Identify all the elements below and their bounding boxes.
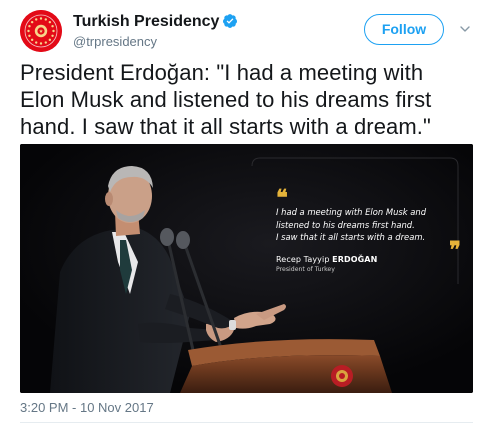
- tweet-photo[interactable]: ❝ I had a meeting with Elon Musk and lis…: [20, 144, 473, 393]
- quote-overlay: ❝ I had a meeting with Elon Musk and lis…: [276, 185, 461, 274]
- verified-badge-icon: [223, 14, 238, 28]
- tweet-text-line: Elon Musk and listened to his dreams fir…: [20, 87, 432, 112]
- quote-author: Recep Tayyip ERDOĞAN: [276, 254, 461, 265]
- quote-line: I saw that it all starts with a dream.: [276, 232, 426, 242]
- tweet-text-line: President Erdoğan: "I had a meeting with: [20, 60, 424, 85]
- quote-author-surname: ERDOĞAN: [332, 254, 378, 264]
- follow-button[interactable]: Follow: [364, 14, 444, 45]
- quote-line: listened to his dreams first hand.: [276, 219, 415, 230]
- turkish-presidential-seal-icon: [20, 10, 62, 52]
- tweet-text-line: hand. I saw that it all starts with a dr…: [20, 114, 431, 139]
- display-name[interactable]: Turkish Presidency: [73, 12, 219, 32]
- divider: [20, 422, 473, 423]
- tweet-timestamp[interactable]: 3:20 PM - 10 Nov 2017: [20, 399, 154, 417]
- account-avatar[interactable]: [20, 10, 62, 52]
- tweet-card: Turkish Presidency @trpresidency Follow …: [0, 0, 493, 428]
- quote-author-title: President of Turkey: [276, 265, 335, 273]
- tweet-text: President Erdoğan: "I had a meeting with…: [20, 59, 475, 140]
- account-handle[interactable]: @trpresidency: [73, 33, 238, 51]
- account-identity: Turkish Presidency @trpresidency: [73, 12, 238, 51]
- chevron-down-icon[interactable]: [458, 22, 472, 36]
- quote-author-given: Recep Tayyip: [276, 254, 333, 264]
- close-quote-icon: ❞: [449, 237, 461, 263]
- open-quote-icon: ❝: [276, 185, 288, 211]
- quote-line: I had a meeting with Elon Musk and: [276, 207, 427, 217]
